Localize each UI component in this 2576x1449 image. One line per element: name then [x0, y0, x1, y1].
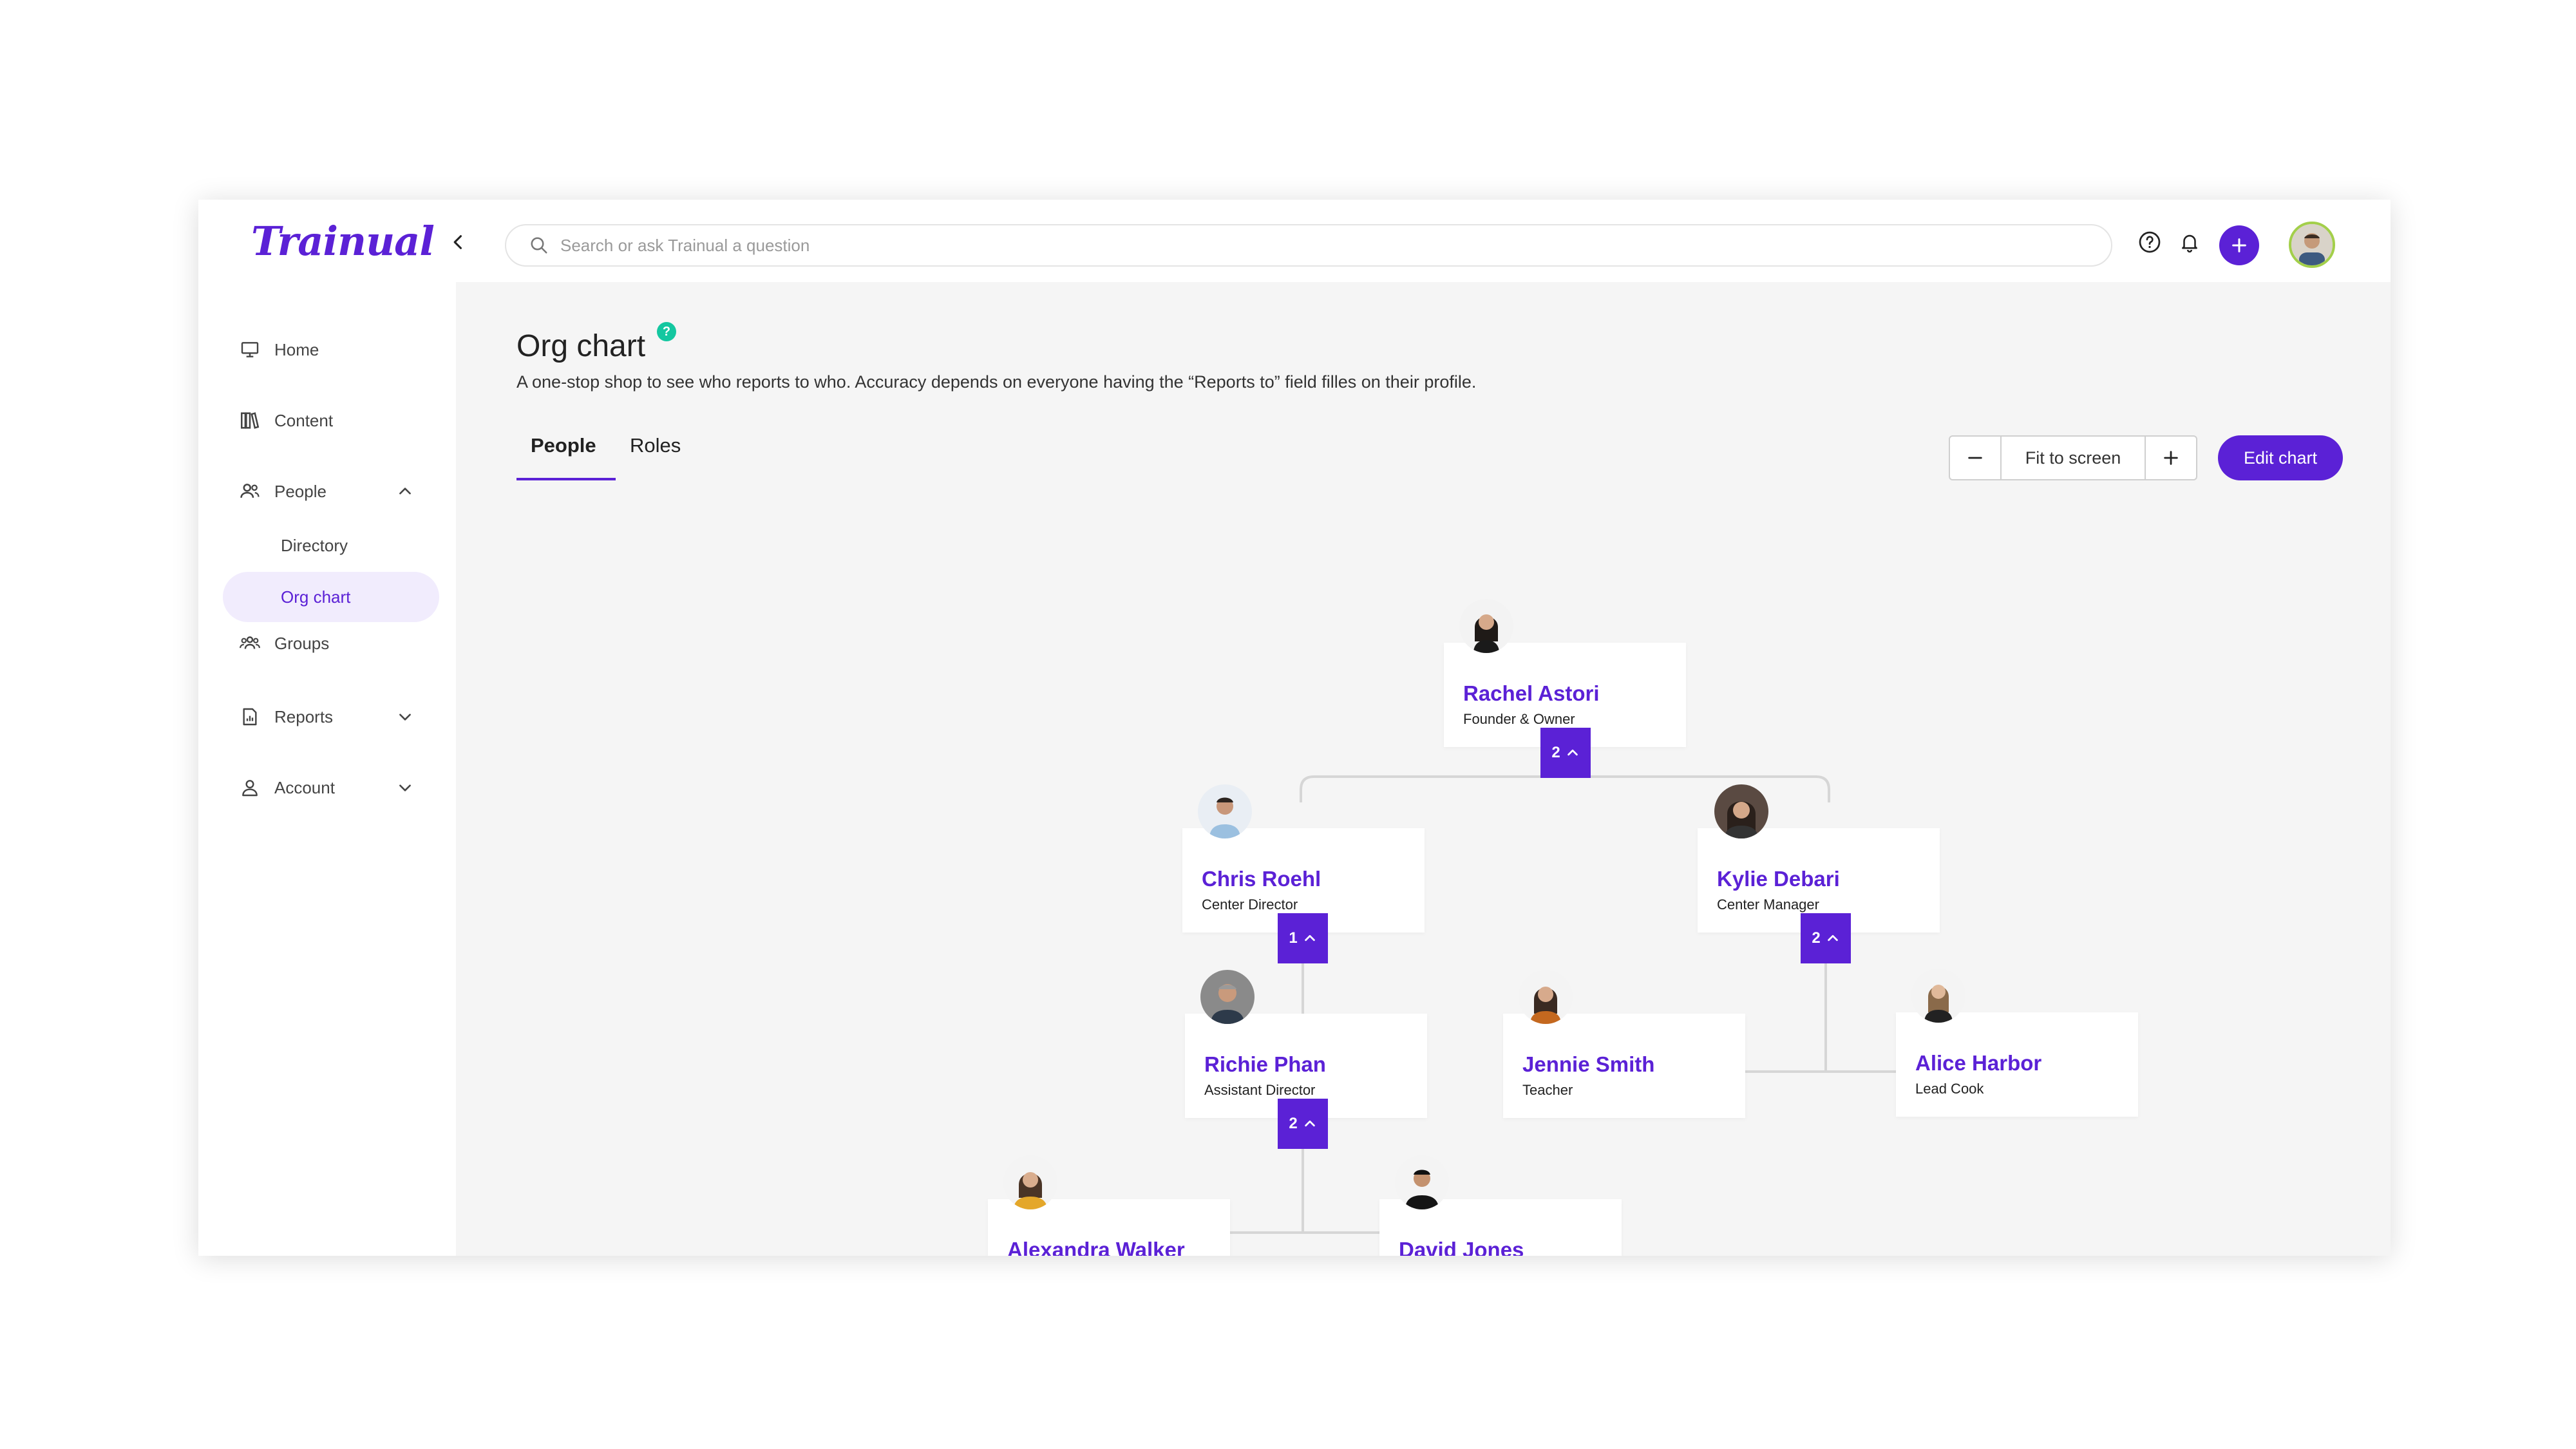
avatar — [1200, 970, 1255, 1024]
collapse-sidebar-button[interactable] — [443, 227, 474, 258]
monitor-icon — [237, 337, 263, 363]
avatar — [1003, 1155, 1057, 1209]
person-name: Richie Phan — [1204, 1052, 1326, 1076]
sidebar-item-label: People — [274, 481, 327, 501]
person-name: Jennie Smith — [1522, 1052, 1655, 1076]
person-name: Alice Harbor — [1915, 1051, 2042, 1075]
person-name: Rachel Astori — [1463, 681, 1600, 705]
user-avatar[interactable] — [2289, 222, 2335, 268]
sidebar-item-label: Home — [274, 339, 319, 359]
plus-icon — [2232, 238, 2246, 252]
sidebar-item-people[interactable]: People — [223, 470, 439, 513]
sidebar-item-org-chart[interactable]: Org chart — [223, 572, 439, 622]
avatar — [1519, 970, 1573, 1024]
toggle-reports[interactable]: 2 — [1278, 1099, 1328, 1149]
avatar — [1198, 784, 1252, 838]
search-input[interactable] — [559, 234, 2043, 256]
chevron-up-icon — [1827, 934, 1838, 942]
sidebar-item-directory[interactable]: Directory — [223, 520, 439, 571]
sidebar-item-home[interactable]: Home — [223, 328, 439, 371]
person-role: Center Director — [1202, 896, 1298, 913]
sidebar-item-reports[interactable]: Reports — [223, 696, 439, 738]
reports-count: 2 — [1289, 1115, 1298, 1132]
user-avatar-image — [2291, 224, 2333, 265]
chevron-down-icon[interactable] — [397, 779, 413, 796]
books-icon — [237, 408, 263, 433]
avatar — [1395, 1155, 1449, 1209]
sidebar-item-label: Account — [274, 777, 335, 797]
person-role: Assistant Director — [1204, 1082, 1316, 1098]
sidebar-item-account[interactable]: Account — [223, 766, 439, 809]
chevron-up-icon — [1304, 934, 1315, 942]
add-button[interactable] — [2219, 225, 2259, 265]
chevron-down-icon[interactable] — [397, 708, 413, 725]
sidebar-item-label: Reports — [274, 706, 334, 726]
search-icon — [531, 237, 547, 254]
sidebar: Home Content People Directory Org chart … — [198, 282, 456, 1256]
person-role: Center Manager — [1717, 896, 1819, 913]
report-icon — [237, 704, 263, 730]
person-name: Chris Roehl — [1202, 867, 1321, 891]
notifications-button[interactable] — [2177, 229, 2202, 255]
avatar — [1911, 969, 1965, 1023]
chevron-left-icon — [453, 235, 462, 249]
person-name: David Jones — [1399, 1238, 1524, 1256]
app-window: Trainual Home Content — [198, 200, 2391, 1256]
help-button[interactable] — [2137, 229, 2163, 255]
person-name: Alexandra Walker — [1007, 1238, 1185, 1256]
chevron-up-icon[interactable] — [397, 483, 413, 500]
search-bar[interactable] — [505, 224, 2112, 267]
toggle-reports[interactable]: 2 — [1801, 913, 1851, 963]
chevron-up-icon — [1567, 749, 1578, 756]
trainual-logo[interactable]: Trainual — [251, 218, 435, 265]
user-icon — [237, 775, 263, 800]
avatar — [1714, 784, 1768, 838]
person-role: Teacher — [1522, 1082, 1573, 1098]
sidebar-item-label: Content — [274, 410, 334, 430]
sidebar-item-label: Org chart — [281, 587, 351, 607]
question-circle-icon — [2139, 231, 2161, 253]
reports-count: 2 — [1551, 744, 1560, 761]
sidebar-item-label: Directory — [281, 535, 348, 555]
reports-count: 2 — [1812, 929, 1821, 947]
toggle-reports[interactable]: 2 — [1540, 728, 1591, 778]
main-content: Org chart ? A one-stop shop to see who r… — [456, 282, 2391, 1256]
person-role: Lead Cook — [1915, 1081, 1984, 1097]
avatar — [1459, 599, 1513, 653]
top-bar: Trainual — [198, 200, 2391, 282]
person-role: Founder & Owner — [1463, 711, 1575, 727]
groups-icon — [237, 630, 263, 656]
chevron-up-icon — [1304, 1120, 1315, 1127]
toggle-reports[interactable]: 1 — [1278, 913, 1328, 963]
sidebar-item-label: Groups — [274, 633, 330, 653]
sidebar-item-content[interactable]: Content — [223, 399, 439, 442]
people-icon — [237, 478, 263, 504]
person-name: Kylie Debari — [1717, 867, 1840, 891]
reports-count: 1 — [1289, 929, 1298, 947]
sidebar-item-groups[interactable]: Groups — [223, 622, 439, 665]
org-card-jennie-smith[interactable]: Jennie Smith Teacher — [1503, 1014, 1745, 1118]
bell-icon — [2182, 234, 2197, 253]
org-card-alice-harbor[interactable]: Alice Harbor Lead Cook — [1896, 1012, 2138, 1117]
